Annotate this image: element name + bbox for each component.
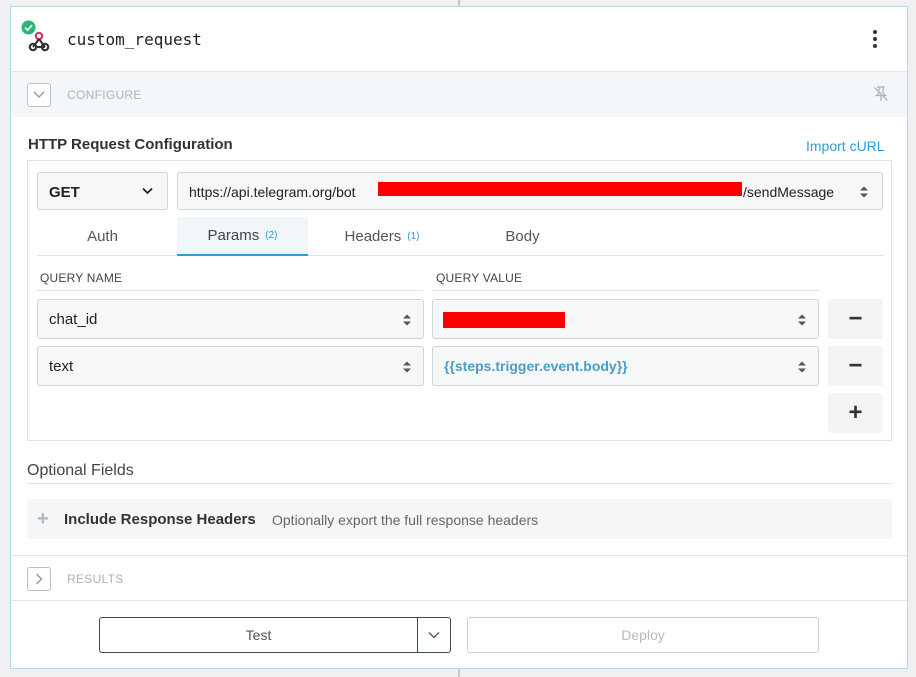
import-curl-link[interactable]: Import cURL: [806, 138, 885, 154]
query-name-rule: [37, 290, 423, 291]
results-label: RESULTS: [67, 572, 124, 586]
option-name: Include Response Headers: [64, 511, 256, 528]
tab-auth[interactable]: Auth: [37, 217, 168, 256]
http-config-title: HTTP Request Configuration: [28, 136, 233, 153]
method-value: GET: [49, 184, 80, 201]
remove-param-button[interactable]: −: [828, 346, 883, 386]
check-circle-icon: [21, 20, 36, 35]
chevron-down-icon: [142, 187, 153, 195]
include-response-headers-option[interactable]: + Include Response Headers Optionally ex…: [27, 499, 892, 539]
unpin-icon[interactable]: [872, 85, 890, 103]
stepper-arrows-icon: [798, 314, 806, 326]
param-name-text: chat_id: [49, 311, 98, 328]
tab-headers-count: (1): [407, 231, 420, 242]
remove-param-button[interactable]: −: [828, 299, 883, 339]
method-select[interactable]: GET: [37, 172, 168, 210]
deploy-button[interactable]: Deploy: [467, 617, 819, 653]
stepper-arrows-icon: [860, 186, 868, 198]
step-title[interactable]: custom_request: [67, 30, 202, 49]
step-header: custom_request: [11, 7, 907, 72]
tab-params-count: (2): [265, 230, 278, 241]
query-name-header: QUERY NAME: [40, 271, 123, 285]
tab-auth-label: Auth: [87, 228, 118, 245]
param-name-field[interactable]: chat_id: [37, 299, 424, 339]
stepper-arrows-icon: [403, 361, 411, 373]
plus-icon: +: [37, 508, 49, 530]
stepper-arrows-icon: [798, 361, 806, 373]
url-input[interactable]: https://api.telegram.org/bot /sendMessag…: [177, 172, 883, 210]
stepper-arrows-icon: [403, 314, 411, 326]
tab-body-label: Body: [505, 228, 540, 245]
query-value-header: QUERY VALUE: [436, 271, 523, 285]
configure-toggle[interactable]: [27, 83, 51, 107]
step-card: custom_request CONFIGURE HTTP Request Co…: [10, 6, 908, 669]
chevron-down-icon: [428, 632, 440, 639]
param-name-field[interactable]: text: [37, 346, 424, 386]
test-button[interactable]: Test: [99, 617, 418, 653]
results-section-bar[interactable]: RESULTS: [11, 555, 907, 601]
url-token-redaction: [378, 182, 742, 196]
url-prefix: https://api.telegram.org/bot: [189, 184, 356, 200]
flow-connector-bottom: [458, 669, 460, 677]
query-value-rule: [432, 290, 819, 291]
configure-label: CONFIGURE: [67, 88, 142, 102]
tab-headers[interactable]: Headers (1): [309, 217, 455, 256]
param-value-text: {{steps.trigger.event.body}}: [444, 358, 628, 374]
configure-section-bar[interactable]: CONFIGURE: [11, 72, 907, 117]
add-param-button[interactable]: +: [828, 393, 883, 433]
param-value-field[interactable]: {{steps.trigger.event.body}}: [432, 346, 819, 386]
chat-id-redaction: [443, 312, 565, 328]
kebab-menu-icon[interactable]: [865, 25, 885, 53]
chevron-right-icon: [36, 573, 43, 585]
param-name-text: text: [49, 358, 74, 375]
tab-body[interactable]: Body: [457, 217, 588, 256]
optional-fields-rule: [27, 483, 892, 484]
url-suffix: /sendMessage: [743, 184, 835, 200]
http-config-panel: GET https://api.telegram.org/bot /sendMe…: [27, 160, 892, 441]
tab-headers-label: Headers: [344, 228, 402, 245]
option-description: Optionally export the full response head…: [272, 512, 539, 528]
param-value-field[interactable]: [432, 299, 819, 339]
optional-fields-title: Optional Fields: [27, 462, 134, 479]
request-tabs: Auth Params (2) Headers (1) Body: [37, 217, 884, 256]
results-toggle[interactable]: [27, 567, 51, 591]
test-options-dropdown[interactable]: [417, 617, 451, 653]
tab-params[interactable]: Params (2): [177, 217, 308, 256]
chevron-down-icon: [33, 91, 45, 98]
tab-params-label: Params: [207, 227, 260, 244]
